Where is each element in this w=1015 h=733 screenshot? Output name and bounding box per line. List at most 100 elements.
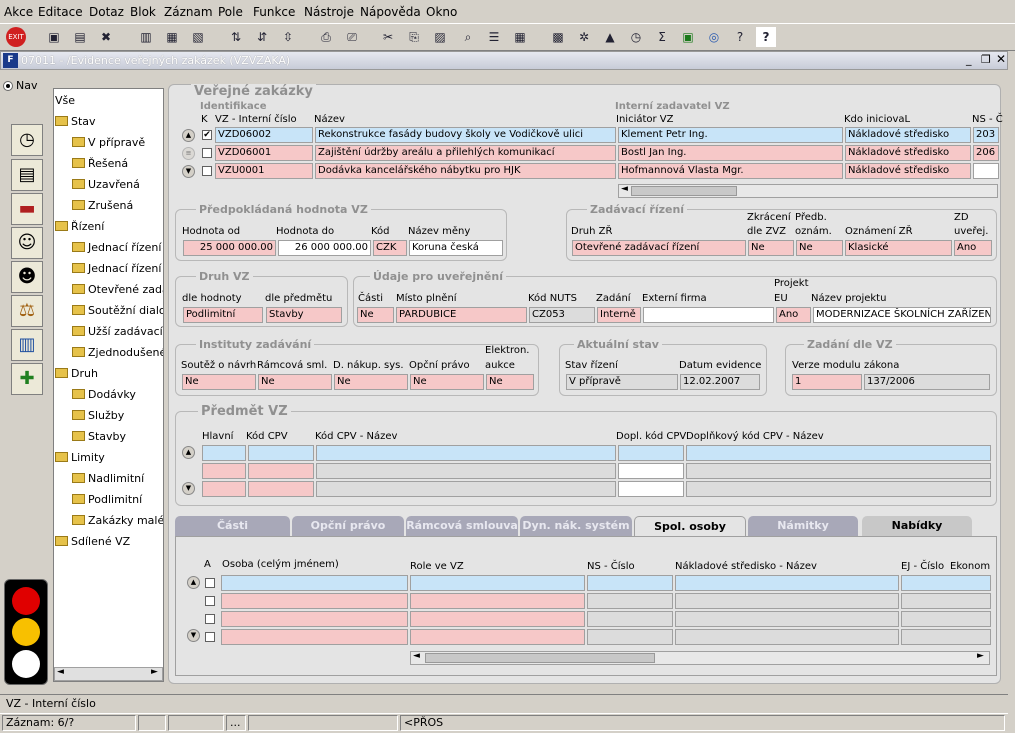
ej-field[interactable] [901, 575, 991, 591]
tree-leaf[interactable]: Dodávky [72, 388, 136, 401]
scroll-up-icon[interactable]: ▲ [182, 446, 195, 459]
ns-cislo-field[interactable] [587, 575, 673, 591]
ej-field[interactable] [901, 593, 991, 609]
vz-kdo-field[interactable]: Nákladové středisko [845, 163, 971, 179]
tab-ramcova-smlouva[interactable]: Rámcová smlouva [406, 516, 518, 536]
print-icon[interactable]: ⎙ [316, 27, 336, 47]
cpv-hlavni-field[interactable] [202, 463, 246, 479]
osoby-hscrollbar[interactable]: ◄ ► [410, 651, 990, 665]
tree-leaf[interactable]: Soutěžní dialog [72, 304, 163, 317]
cpv-nazev-field[interactable] [316, 445, 616, 461]
osoba-field[interactable] [221, 629, 408, 645]
menu-napoveda[interactable]: Nápověda [360, 5, 421, 19]
briefcase-icon[interactable]: ▬ [11, 193, 43, 225]
osoba-checkbox[interactable] [205, 596, 215, 606]
execute-query-icon[interactable]: ▦ [162, 27, 182, 47]
close-icon[interactable]: ✕ [996, 52, 1006, 66]
find-icon[interactable]: ⌕ [458, 27, 478, 47]
tab-casti[interactable]: Části [175, 516, 290, 536]
zadani-field[interactable]: Interně [597, 307, 641, 323]
tree-leaf[interactable]: Zakázky maléh [72, 514, 163, 527]
hodnota-od-field[interactable]: 25 000 000.00 [183, 240, 276, 256]
cpv-kod-field[interactable] [248, 481, 314, 497]
users-icon[interactable]: ☺ [11, 227, 43, 259]
copy-icon[interactable]: ⎘ [404, 27, 424, 47]
tree-leaf[interactable]: Řešená [72, 157, 128, 170]
tree-scrollbar[interactable]: ◄ ► [54, 667, 163, 681]
ns-nazev-field[interactable] [675, 629, 899, 645]
tree-folder[interactable]: Druh [55, 367, 98, 380]
cpv-dopl-nazev-field[interactable] [686, 481, 991, 497]
tree-leaf[interactable]: Užší zadávací í [72, 325, 163, 338]
kod-nuts-field[interactable]: CZ053 [529, 307, 595, 323]
tree-leaf[interactable]: Stavby [72, 430, 126, 443]
query-icon[interactable]: ▥ [136, 27, 156, 47]
aukce-field[interactable]: Ne [486, 374, 534, 390]
vz-ns-field[interactable]: 206 [973, 145, 999, 161]
cpv-dopl-kod-field[interactable] [618, 445, 684, 461]
document-icon[interactable]: ▥ [11, 329, 43, 361]
ej-field[interactable] [901, 611, 991, 627]
cpv-dopl-nazev-field[interactable] [686, 445, 991, 461]
vz-nazev-field[interactable]: Zajištění údržby areálu a přilehlých kom… [315, 145, 616, 161]
chart-icon[interactable]: ▲ [600, 27, 620, 47]
nazev-projektu-field[interactable]: MODERNIZACE ŠKOLNÍCH ZAŘÍZENÍ [813, 307, 991, 323]
verze-modulu-field[interactable]: 1 [792, 374, 862, 390]
menu-nastroje[interactable]: Nástroje [304, 5, 354, 19]
vz-kdo-field[interactable]: Nákladové středisko [845, 127, 971, 143]
tree-leaf[interactable]: Jednací řízení s [72, 262, 163, 275]
oznameni-zr-field[interactable]: Klasické [845, 240, 952, 256]
scroll-left-icon[interactable]: ◄ [57, 667, 64, 677]
opcni-field[interactable]: Ne [410, 374, 484, 390]
vz-iniciator-field[interactable]: Hofmannová Vlasta Mgr. [618, 163, 843, 179]
druh-zr-field[interactable]: Otevřené zadávací řízení [572, 240, 746, 256]
exit-icon[interactable]: EXIT [6, 27, 26, 47]
ns-nazev-field[interactable] [675, 593, 899, 609]
vz-hscrollbar[interactable]: ◄ [618, 184, 998, 198]
cpv-nazev-field[interactable] [316, 463, 616, 479]
tree-leaf[interactable]: Nadlimitní [72, 472, 144, 485]
clock-icon[interactable]: ◷ [626, 27, 646, 47]
hodnota-do-field[interactable]: 26 000 000.00 [278, 240, 371, 256]
menu-zaznam[interactable]: Záznam [164, 5, 213, 19]
tree-root[interactable]: Vše [55, 94, 75, 107]
zakona-field[interactable]: 137/2006 [864, 374, 990, 390]
nav-radio[interactable] [4, 82, 12, 90]
tab-namitky[interactable]: Námitky [748, 516, 858, 536]
cpv-kod-field[interactable] [248, 445, 314, 461]
insert-record-icon[interactable]: ▤ [70, 27, 90, 47]
ramcova-field[interactable]: Ne [258, 374, 332, 390]
add-document-icon[interactable]: ✚ [11, 363, 43, 395]
soutez-field[interactable]: Ne [182, 374, 256, 390]
kod-meny-field[interactable]: CZK [373, 240, 407, 256]
scroll-down-icon[interactable]: ▼ [182, 482, 195, 495]
tree-leaf[interactable]: Podlimitní [72, 493, 142, 506]
cpv-dopl-nazev-field[interactable] [686, 463, 991, 479]
sort-desc-icon[interactable]: ⇵ [252, 27, 272, 47]
dle-predmetu-field[interactable]: Stavby [266, 307, 342, 323]
settings-icon[interactable]: ✲ [574, 27, 594, 47]
scroll-left-icon[interactable]: ◄ [621, 184, 628, 194]
vz-iniciator-field[interactable]: Klement Petr Ing. [618, 127, 843, 143]
role-field[interactable] [410, 593, 585, 609]
row-checkbox[interactable]: ✔ [202, 130, 212, 140]
help-context-icon[interactable]: ? [730, 27, 750, 47]
vz-cislo-field[interactable]: VZD06002 [215, 127, 313, 143]
osoba-checkbox[interactable] [205, 632, 215, 642]
cancel-query-icon[interactable]: ▧ [188, 27, 208, 47]
cpv-dopl-kod-field[interactable] [618, 481, 684, 497]
world-icon[interactable]: ◎ [704, 27, 724, 47]
attachment-icon[interactable]: ▩ [548, 27, 568, 47]
menu-blok[interactable]: Blok [130, 5, 156, 19]
scroll-right-icon[interactable]: ► [977, 651, 984, 661]
vz-iniciator-field[interactable]: Bostl Jan Ing. [618, 145, 843, 161]
projekt-eu-field[interactable]: Ano [776, 307, 811, 323]
menu-okno[interactable]: Okno [426, 5, 457, 19]
misto-plneni-field[interactable]: PARDUBICE [396, 307, 527, 323]
scroll-down-icon[interactable]: ▼ [182, 165, 195, 178]
tab-opcni-pravo[interactable]: Opční právo [292, 516, 404, 536]
ns-nazev-field[interactable] [675, 611, 899, 627]
tree-leaf[interactable]: Otevřené zadá [72, 283, 163, 296]
person-icon[interactable]: ☻ [11, 261, 43, 293]
vz-ns-field[interactable]: 203 [973, 127, 999, 143]
